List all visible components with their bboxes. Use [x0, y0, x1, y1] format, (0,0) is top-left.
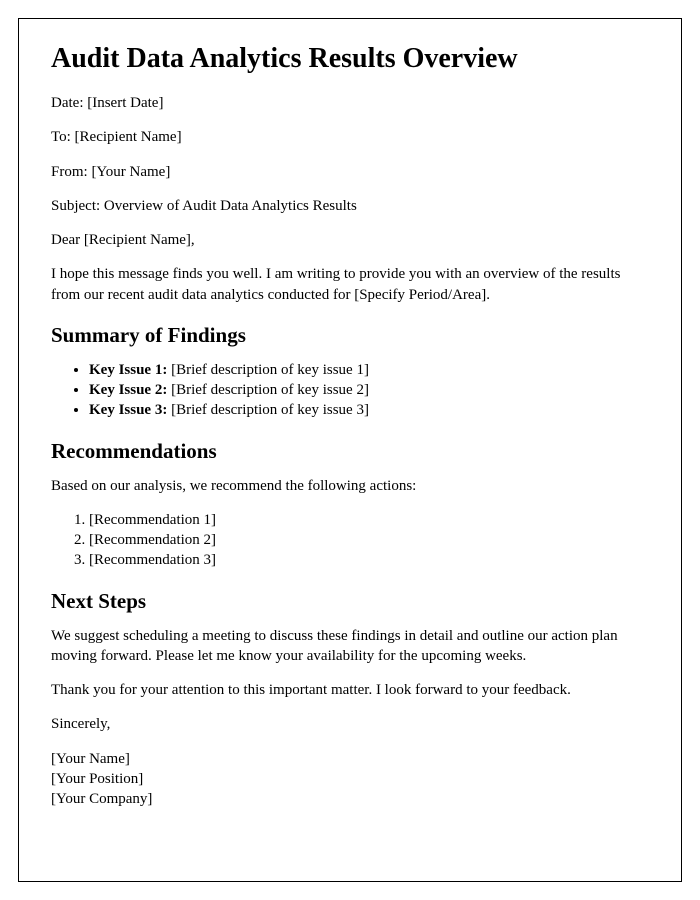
to-line: To: [Recipient Name] [51, 127, 649, 147]
key-issue-desc: [Brief description of key issue 2] [171, 382, 369, 398]
subject-label: Subject: [51, 198, 104, 214]
findings-heading: Summary of Findings [51, 323, 649, 348]
key-issue-label: Key Issue 2: [89, 382, 171, 398]
to-value: [Recipient Name] [75, 129, 182, 145]
list-item: [Recommendation 3] [89, 550, 649, 570]
document-page: Audit Data Analytics Results Overview Da… [18, 18, 682, 882]
signature-position: [Your Position] [51, 769, 649, 789]
closing-paragraph: Thank you for your attention to this imp… [51, 680, 649, 700]
list-item: Key Issue 2: [Brief description of key i… [89, 380, 649, 400]
next-steps-heading: Next Steps [51, 589, 649, 614]
list-item: Key Issue 1: [Brief description of key i… [89, 360, 649, 380]
signature-block: [Your Name] [Your Position] [Your Compan… [51, 749, 649, 810]
date-value: [Insert Date] [87, 95, 163, 111]
to-label: To: [51, 129, 75, 145]
list-item: [Recommendation 2] [89, 530, 649, 550]
intro-paragraph: I hope this message finds you well. I am… [51, 264, 649, 305]
signoff: Sincerely, [51, 714, 649, 734]
key-issue-label: Key Issue 1: [89, 362, 171, 378]
recommendations-heading: Recommendations [51, 439, 649, 464]
key-issue-desc: [Brief description of key issue 3] [171, 402, 369, 418]
key-issue-desc: [Brief description of key issue 1] [171, 362, 369, 378]
from-line: From: [Your Name] [51, 162, 649, 182]
recommendations-lead: Based on our analysis, we recommend the … [51, 476, 649, 496]
subject-line: Subject: Overview of Audit Data Analytic… [51, 196, 649, 216]
findings-list: Key Issue 1: [Brief description of key i… [89, 360, 649, 421]
from-label: From: [51, 164, 91, 180]
signature-name: [Your Name] [51, 749, 649, 769]
document-title: Audit Data Analytics Results Overview [51, 43, 649, 75]
list-item: [Recommendation 1] [89, 510, 649, 530]
date-label: Date: [51, 95, 87, 111]
date-line: Date: [Insert Date] [51, 93, 649, 113]
key-issue-label: Key Issue 3: [89, 402, 171, 418]
signature-company: [Your Company] [51, 789, 649, 809]
next-steps-body: We suggest scheduling a meeting to discu… [51, 626, 649, 667]
recommendations-list: [Recommendation 1] [Recommendation 2] [R… [89, 510, 649, 571]
list-item: Key Issue 3: [Brief description of key i… [89, 400, 649, 420]
subject-value: Overview of Audit Data Analytics Results [104, 198, 357, 214]
from-value: [Your Name] [91, 164, 170, 180]
salutation: Dear [Recipient Name], [51, 230, 649, 250]
